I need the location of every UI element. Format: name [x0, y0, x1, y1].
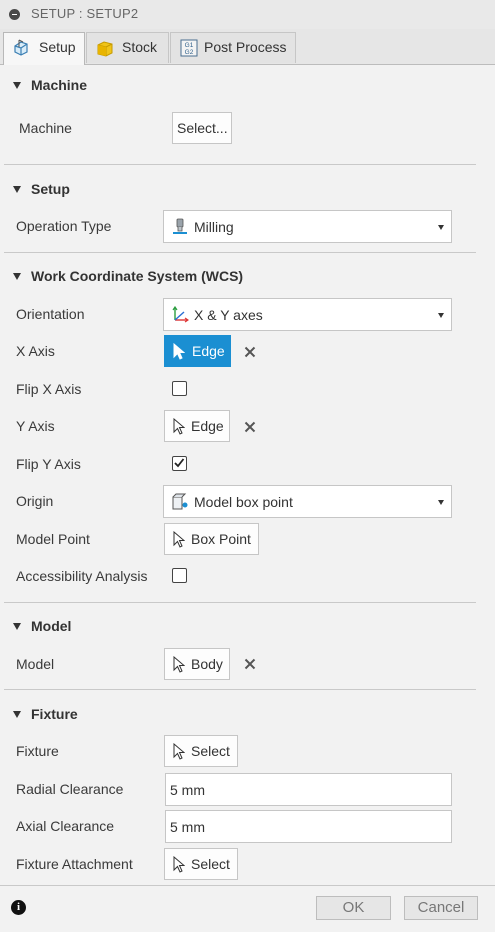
wcs-section-header[interactable]: Work Coordinate System (WCS) [31, 268, 243, 284]
y-axis-label: Y Axis [16, 418, 55, 434]
cursor-arrow-icon [173, 656, 185, 673]
cursor-arrow-icon [173, 856, 185, 873]
chevron-down-icon [438, 313, 444, 318]
setup-collapse-arrow-icon[interactable] [13, 186, 21, 193]
model-body-button[interactable]: Body [164, 648, 230, 680]
origin-value: Model box point [194, 494, 293, 510]
radial-clearance-input[interactable] [166, 774, 440, 805]
model-collapse-arrow-icon[interactable] [13, 623, 21, 630]
info-icon[interactable]: i [11, 900, 26, 915]
accessibility-analysis-label: Accessibility Analysis [16, 568, 148, 584]
divider [4, 689, 476, 690]
flip-x-axis-checkbox[interactable] [172, 381, 187, 396]
chevron-down-icon [438, 225, 444, 230]
tab-post-process[interactable]: G1 G2 Post Process [170, 32, 296, 63]
chevron-down-icon [438, 500, 444, 505]
fixture-section-header[interactable]: Fixture [31, 706, 78, 722]
dialog-footer: i OK Cancel [0, 885, 495, 932]
divider [4, 252, 476, 253]
cancel-button[interactable]: Cancel [404, 896, 478, 920]
svg-text:G1: G1 [185, 42, 194, 49]
fixture-select-button[interactable]: Select [164, 735, 238, 767]
window-title: SETUP : SETUP2 [31, 6, 139, 21]
axial-clearance-field[interactable] [165, 810, 452, 843]
model-point-button-label: Box Point [191, 531, 251, 547]
model-box-point-icon [172, 493, 188, 510]
wcs-collapse-arrow-icon[interactable] [13, 273, 21, 280]
machine-select-label: Select... [177, 120, 228, 136]
fixture-collapse-arrow-icon[interactable] [13, 711, 21, 718]
tab-setup[interactable]: Setup [3, 32, 85, 65]
orientation-value: X & Y axes [194, 307, 263, 323]
clear-y-axis-close-icon[interactable] [244, 421, 256, 433]
model-section-header[interactable]: Model [31, 618, 71, 634]
fixture-attachment-label: Fixture Attachment [16, 856, 133, 872]
accessibility-analysis-checkbox[interactable] [172, 568, 187, 583]
tab-bar: Setup Stock G1 G2 Post Process [0, 29, 495, 65]
model-label: Model [16, 656, 55, 672]
collapse-icon[interactable] [9, 9, 20, 20]
svg-text:G2: G2 [185, 49, 194, 56]
gcode-icon: G1 G2 [180, 39, 198, 57]
tab-stock-label: Stock [122, 39, 158, 55]
tab-stock[interactable]: Stock [86, 32, 169, 63]
machine-collapse-arrow-icon[interactable] [13, 82, 21, 89]
origin-label: Origin [16, 493, 54, 509]
model-point-label: Model Point [16, 531, 90, 547]
cursor-arrow-icon [173, 343, 185, 360]
setup-icon [14, 39, 28, 56]
y-axis-edge-button[interactable]: Edge [164, 410, 230, 442]
axes-icon [172, 306, 189, 323]
title-bar: SETUP : SETUP2 [0, 0, 495, 30]
axial-clearance-input[interactable] [166, 811, 440, 842]
operation-type-dropdown[interactable]: Milling [163, 210, 452, 243]
machine-section-header[interactable]: Machine [31, 77, 87, 93]
flip-x-axis-label: Flip X Axis [16, 381, 82, 397]
model-body-label: Body [191, 656, 223, 672]
x-axis-edge-button[interactable]: Edge [164, 335, 231, 367]
setup-section-header[interactable]: Setup [31, 181, 70, 197]
orientation-label: Orientation [16, 306, 85, 322]
machine-label: Machine [19, 120, 72, 136]
machine-select-button[interactable]: Select... [172, 112, 232, 144]
model-point-button[interactable]: Box Point [164, 523, 259, 555]
orientation-dropdown[interactable]: X & Y axes [163, 298, 452, 331]
radial-clearance-field[interactable] [165, 773, 452, 806]
cursor-arrow-icon [173, 743, 185, 760]
divider [4, 164, 476, 165]
fixture-select-label: Select [191, 743, 230, 759]
divider [4, 602, 476, 603]
cursor-arrow-icon [173, 531, 185, 548]
ok-button[interactable]: OK [316, 896, 391, 920]
axial-clearance-label: Axial Clearance [16, 818, 115, 834]
clear-model-close-icon[interactable] [244, 658, 256, 670]
flip-y-axis-checkbox[interactable] [172, 456, 187, 471]
operation-type-value: Milling [194, 219, 234, 235]
fixture-attachment-select-label: Select [191, 856, 230, 872]
tab-setup-label: Setup [39, 39, 76, 55]
milling-tool-icon [173, 218, 187, 234]
flip-y-axis-label: Flip Y Axis [16, 456, 81, 472]
stock-cube-icon [97, 41, 113, 57]
y-axis-edge-label: Edge [191, 418, 224, 434]
checkmark-icon [174, 458, 185, 468]
origin-dropdown[interactable]: Model box point [163, 485, 452, 518]
tab-post-process-label: Post Process [204, 39, 287, 55]
cursor-arrow-icon [173, 418, 185, 435]
radial-clearance-label: Radial Clearance [16, 781, 124, 797]
fixture-attachment-select-button[interactable]: Select [164, 848, 238, 880]
clear-x-axis-close-icon[interactable] [244, 346, 256, 358]
x-axis-label: X Axis [16, 343, 55, 359]
x-axis-edge-label: Edge [192, 343, 225, 359]
fixture-label: Fixture [16, 743, 59, 759]
operation-type-label: Operation Type [16, 218, 112, 234]
